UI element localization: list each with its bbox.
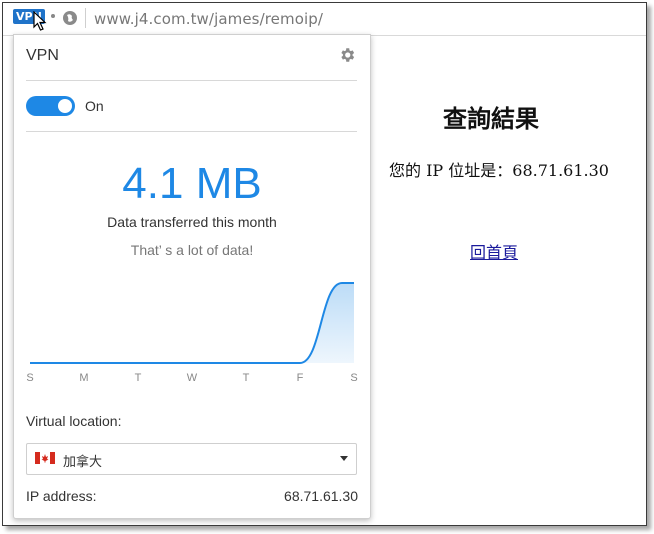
- chart-day-label: S: [26, 372, 33, 384]
- chevron-down-icon[interactable]: [340, 456, 348, 461]
- site-info-icon[interactable]: [62, 10, 78, 26]
- ip-address-label: IP address:: [26, 488, 97, 504]
- ip-address-text: 您的 IP 位址是：68.71.61.30: [389, 161, 609, 180]
- virtual-location-select[interactable]: 加拿大: [26, 443, 357, 475]
- url-separator: [85, 8, 86, 28]
- browser-window: VPN www.j4.com.tw/james/remoip/ 查詢結果 您的 …: [2, 2, 647, 526]
- toggle-knob: [58, 99, 72, 113]
- data-caption: Data transferred this month: [107, 214, 277, 230]
- data-note: That’ s a lot of data!: [130, 242, 254, 258]
- mouse-cursor-icon: [33, 11, 47, 31]
- address-bar: VPN www.j4.com.tw/james/remoip/: [3, 3, 646, 36]
- divider: [26, 80, 357, 81]
- extension-menu-dot[interactable]: [51, 14, 55, 18]
- chart-day-label: W: [187, 372, 198, 384]
- divider: [26, 131, 357, 132]
- usage-chart-area: [30, 283, 354, 363]
- chart-day-label: T: [135, 372, 142, 384]
- gear-icon[interactable]: [338, 46, 356, 64]
- vpn-toggle-label: On: [85, 98, 104, 114]
- ip-address-value: 68.71.61.30: [284, 488, 358, 504]
- usage-chart: SMTWTFS: [26, 282, 358, 384]
- chart-day-label: M: [79, 372, 88, 384]
- chart-day-label: F: [297, 372, 304, 384]
- chart-day-label: S: [350, 372, 357, 384]
- vpn-panel-title: VPN: [26, 47, 59, 64]
- vpn-panel: VPN On 4.1 MB Data transferred this mont…: [13, 34, 371, 519]
- home-link[interactable]: 回首頁: [470, 239, 518, 263]
- canada-flag-icon: [35, 452, 55, 464]
- data-amount: 4.1 MB: [122, 159, 262, 208]
- page-title: 查詢結果: [443, 105, 539, 133]
- url-field[interactable]: www.j4.com.tw/james/remoip/: [94, 10, 323, 28]
- virtual-location-label: Virtual location:: [26, 413, 122, 429]
- usage-chart-line: [30, 282, 354, 364]
- vpn-toggle[interactable]: [26, 96, 75, 116]
- virtual-location-value: 加拿大: [63, 455, 103, 470]
- chart-day-label: T: [243, 372, 250, 384]
